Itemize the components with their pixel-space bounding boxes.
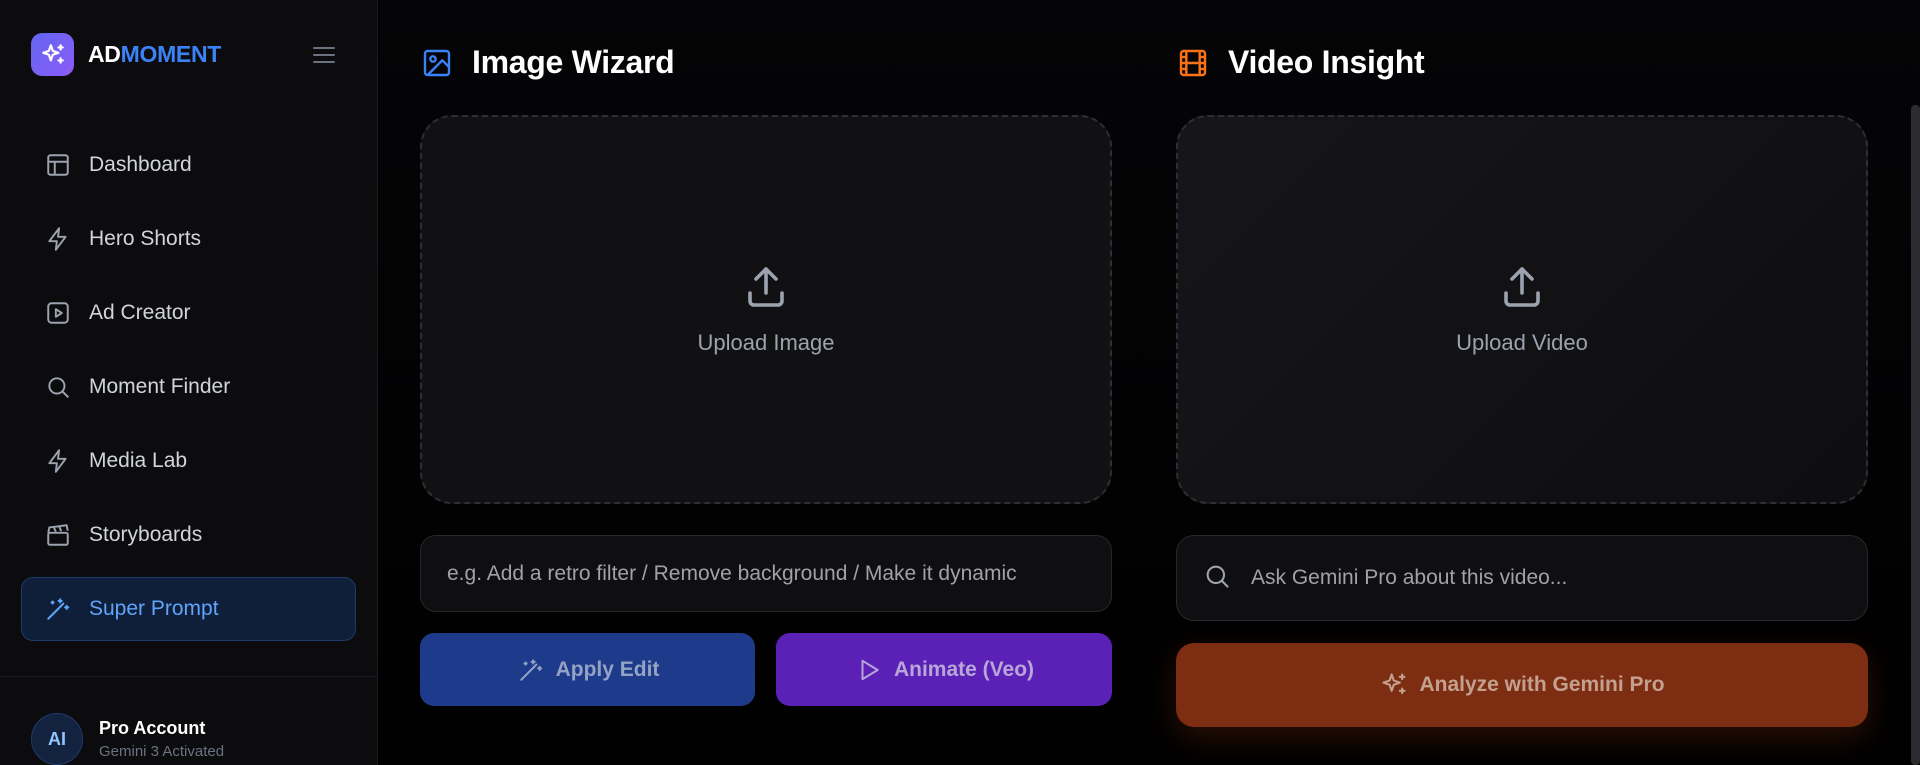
sidebar-item-label: Ad Creator (89, 301, 191, 324)
sidebar-item-label: Dashboard (89, 153, 192, 176)
upload-video-label: Upload Video (1456, 330, 1588, 355)
image-wizard-header: Image Wizard (420, 44, 675, 81)
magic-wand-icon (516, 655, 546, 685)
layout-icon (43, 150, 73, 180)
sidebar-divider (0, 676, 378, 677)
menu-icon[interactable] (311, 42, 337, 68)
upload-icon (742, 263, 790, 316)
sidebar-nav: Dashboard Hero Shorts Ad Creator Moment … (21, 133, 356, 651)
play-icon (854, 655, 884, 685)
animate-veo-label: Animate (Veo) (893, 657, 1035, 681)
upload-image-label: Upload Image (697, 330, 835, 355)
video-question-field[interactable] (1176, 535, 1868, 621)
play-square-icon (43, 298, 73, 328)
account-name: Pro Account (99, 718, 206, 738)
account-card[interactable]: AI Pro Account Gemini 3 Activated (31, 713, 224, 765)
sidebar-item-label: Hero Shorts (89, 227, 202, 250)
edit-prompt-input[interactable] (447, 561, 1085, 586)
sidebar-item-label: Moment Finder (89, 375, 231, 398)
sidebar-item-label: Storyboards (89, 523, 203, 546)
image-upload-dropzone[interactable]: Upload Image (420, 115, 1112, 504)
sidebar-item-moment-finder[interactable]: Moment Finder (21, 355, 356, 419)
image-wizard-title: Image Wizard (472, 44, 675, 80)
video-question-input[interactable] (1251, 566, 1851, 590)
search-icon (1203, 562, 1231, 595)
clapperboard-icon (43, 520, 73, 550)
brand-name: ADMOMENT (88, 41, 221, 68)
edit-prompt-field[interactable] (420, 535, 1112, 612)
sidebar-item-media-lab[interactable]: Media Lab (21, 429, 356, 493)
analyze-gemini-label: Analyze with Gemini Pro (1419, 673, 1665, 696)
image-icon (420, 46, 454, 80)
analyze-gemini-button[interactable]: Analyze with Gemini Pro (1176, 643, 1868, 727)
sparkles-icon (31, 33, 74, 76)
upload-icon (1498, 263, 1546, 316)
apply-edit-button[interactable]: Apply Edit (420, 633, 755, 706)
brand-name-part2: MOMENT (120, 41, 222, 67)
account-info: Pro Account Gemini 3 Activated (99, 718, 224, 760)
sidebar-item-super-prompt[interactable]: Super Prompt (21, 577, 356, 641)
brand[interactable]: ADMOMENT (31, 33, 221, 76)
brand-name-part1: AD (88, 41, 121, 67)
sidebar-item-hero-shorts[interactable]: Hero Shorts (21, 207, 356, 271)
video-upload-dropzone[interactable]: Upload Video (1176, 115, 1868, 504)
apply-edit-label: Apply Edit (555, 657, 660, 681)
sidebar-item-ad-creator[interactable]: Ad Creator (21, 281, 356, 345)
video-insight-header: Video Insight (1176, 44, 1425, 81)
sidebar: ADMOMENT Dashboard Hero Shorts Ad Creato… (0, 0, 378, 765)
animate-veo-button[interactable]: Animate (Veo) (776, 633, 1112, 706)
sidebar-item-label: Super Prompt (89, 597, 219, 620)
scrollbar[interactable] (1911, 105, 1920, 765)
sidebar-item-storyboards[interactable]: Storyboards (21, 503, 356, 567)
sparkles-icon (1379, 670, 1409, 700)
bolt-icon (43, 446, 73, 476)
account-status: Gemini 3 Activated (99, 743, 225, 760)
search-icon (43, 372, 73, 402)
film-icon (1176, 46, 1210, 80)
video-insight-title: Video Insight (1228, 44, 1425, 80)
avatar: AI (31, 713, 83, 765)
sidebar-item-dashboard[interactable]: Dashboard (21, 133, 356, 197)
main-content: Image Wizard Upload Image Apply Edit Ani… (379, 0, 1920, 765)
sidebar-item-label: Media Lab (89, 449, 188, 472)
magic-wand-icon (43, 594, 73, 624)
bolt-icon (43, 224, 73, 254)
